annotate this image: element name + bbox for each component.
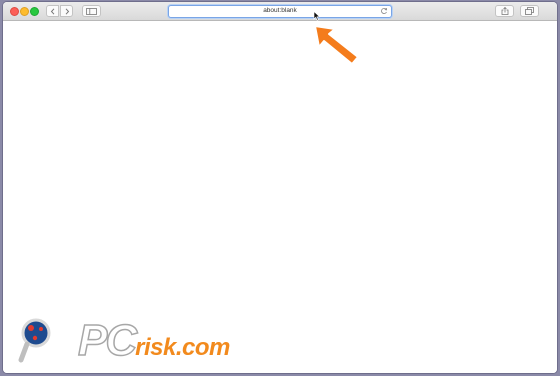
reload-icon[interactable] [380, 7, 388, 15]
mouse-cursor-icon [313, 11, 321, 21]
show-tabs-button[interactable] [520, 5, 539, 17]
forward-button[interactable] [60, 5, 73, 17]
pcrisk-watermark: PCrisk.com [18, 315, 308, 368]
share-button[interactable] [495, 5, 514, 17]
share-icon [501, 7, 508, 15]
watermark-suffix: risk.com [135, 334, 230, 361]
sidebar-toggle-button[interactable] [82, 5, 101, 17]
pointer-arrow-icon [314, 25, 359, 65]
address-url[interactable]: about:blank [169, 6, 391, 16]
close-window-button[interactable] [10, 7, 19, 16]
chevron-left-icon [50, 7, 54, 15]
back-button[interactable] [46, 5, 59, 17]
browser-toolbar: about:blank [3, 2, 557, 21]
sidebar-icon [86, 7, 97, 15]
watermark-prefix: PC [77, 315, 138, 366]
watermark-wordmark: PCrisk.com [77, 315, 230, 366]
tabs-icon [525, 7, 534, 15]
maximize-window-button[interactable] [30, 7, 39, 16]
magnifier-logo-icon [18, 318, 51, 363]
chevron-right-icon [65, 7, 69, 15]
minimize-window-button[interactable] [20, 7, 29, 16]
address-bar[interactable]: about:blank [168, 5, 392, 18]
